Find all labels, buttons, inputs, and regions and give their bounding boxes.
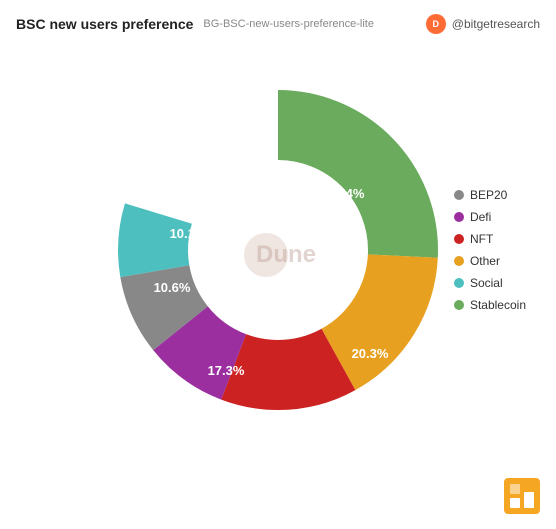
legend-item-defi: Defi [454, 210, 526, 224]
chart-subtitle: BG-BSC-new-users-preference-lite [203, 18, 374, 30]
page-container: BSC new users preference BG-BSC-new-user… [0, 0, 556, 529]
label-defi: 10.6% [154, 280, 191, 295]
source-label: @bitgetresearch [452, 17, 540, 31]
watermark-text: Dune [256, 241, 316, 268]
legend-label-defi: Defi [470, 210, 491, 224]
legend-label-nft: NFT [470, 232, 493, 246]
legend-item-bep20: BEP20 [454, 188, 526, 202]
chart-area: 32.4% 20.3% 17.3% 10.6% 10.1% 9.3% Dune … [0, 40, 556, 460]
legend-dot-other [454, 256, 464, 266]
legend-label-bep20: BEP20 [470, 188, 507, 202]
label-bep20: 32.4% [328, 186, 365, 201]
label-social: 9.3% [245, 132, 275, 147]
label-bep20-gray: 10.1% [170, 226, 207, 241]
legend-label-stablecoin: Stablecoin [470, 298, 526, 312]
header-left: BSC new users preference BG-BSC-new-user… [16, 16, 374, 32]
legend-item-social: Social [454, 276, 526, 290]
label-nft: 17.3% [208, 363, 245, 378]
donut-svg: 32.4% 20.3% 17.3% 10.6% 10.1% 9.3% Dune [108, 80, 448, 420]
header-right: D @bitgetresearch [426, 14, 540, 34]
legend-dot-nft [454, 234, 464, 244]
legend-label-social: Social [470, 276, 503, 290]
footer-logo-icon [504, 478, 540, 514]
footer [504, 478, 540, 519]
label-stablecoin: 20.3% [352, 346, 389, 361]
legend-dot-defi [454, 212, 464, 222]
legend-label-other: Other [470, 254, 500, 268]
donut-chart: 32.4% 20.3% 17.3% 10.6% 10.1% 9.3% Dune [108, 80, 448, 420]
header: BSC new users preference BG-BSC-new-user… [0, 0, 556, 40]
dune-logo-icon: D [426, 14, 446, 34]
legend-item-other: Other [454, 254, 526, 268]
legend-dot-bep20 [454, 190, 464, 200]
legend-dot-stablecoin [454, 300, 464, 310]
chart-title: BSC new users preference [16, 16, 193, 32]
legend-dot-social [454, 278, 464, 288]
chart-legend: BEP20 Defi NFT Other Social Stablecoin [454, 188, 526, 312]
legend-item-nft: NFT [454, 232, 526, 246]
legend-item-stablecoin: Stablecoin [454, 298, 526, 312]
